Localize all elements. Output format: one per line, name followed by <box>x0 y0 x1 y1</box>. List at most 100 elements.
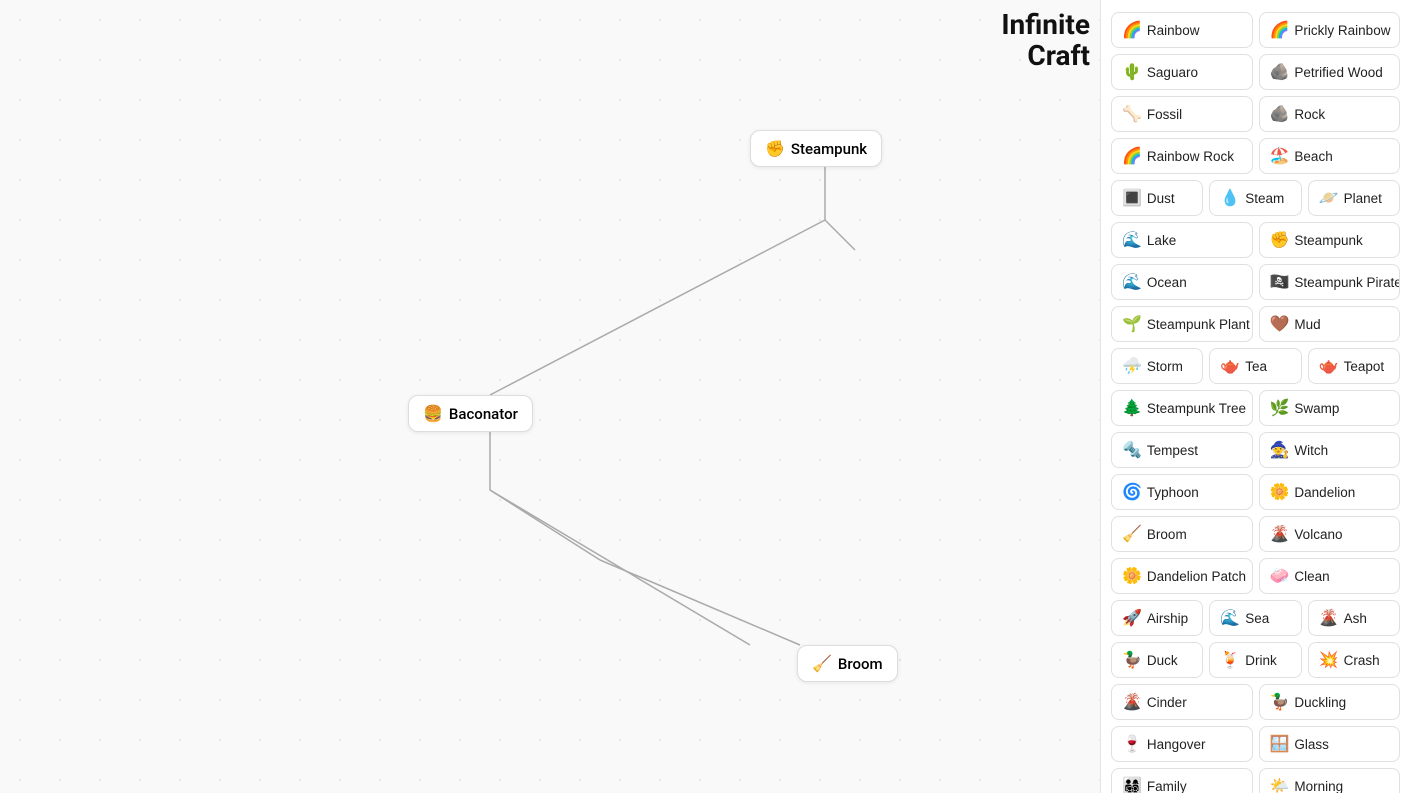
item-label: Witch <box>1294 443 1328 458</box>
item-label: Typhoon <box>1147 485 1199 500</box>
node-label: Steampunk <box>791 140 867 158</box>
sidebar-item-steam[interactable]: 💧Steam <box>1209 180 1301 216</box>
sidebar-row-9: 🌲Steampunk Tree🌿Swamp <box>1111 390 1400 426</box>
sidebar-item-fossil[interactable]: 🦴Fossil <box>1111 96 1253 132</box>
sidebar-item-tea[interactable]: 🫖Tea <box>1209 348 1301 384</box>
sidebar-item-rainbow-rock[interactable]: 🌈Rainbow Rock <box>1111 138 1253 174</box>
item-label: Drink <box>1245 653 1277 668</box>
item-emoji: 🌼 <box>1270 482 1290 502</box>
sidebar-item-rainbow[interactable]: 🌈Rainbow <box>1111 12 1253 48</box>
item-label: Sea <box>1245 611 1269 626</box>
sidebar-row-16: 🌋 Cinder 🦆Duckling <box>1111 684 1400 720</box>
sidebar-row-14: 🚀 Airship 🌊Sea🌋Ash <box>1111 600 1400 636</box>
item-label: Petrified Wood <box>1294 65 1382 80</box>
sidebar-item-saguaro[interactable]: 🌵Saguaro <box>1111 54 1253 90</box>
sidebar-row-7: 🌱Steampunk Plant🤎Mud <box>1111 306 1400 342</box>
item-label: Crash <box>1344 653 1380 668</box>
sidebar-row-15: 🦆Duck 🍹 Drink 💥Crash <box>1111 642 1400 678</box>
sidebar-item-dandelion-patch[interactable]: 🌼Dandelion Patch <box>1111 558 1253 594</box>
canvas-node-baconator[interactable]: 🍔Baconator <box>408 395 533 432</box>
item-label: Saguaro <box>1147 65 1198 80</box>
item-emoji: 🌋 <box>1122 692 1142 712</box>
sidebar-item-ocean[interactable]: 🌊 Ocean <box>1111 264 1253 300</box>
canvas-area[interactable]: Infinite Craft ✊Steampunk🍔Baconator🧹Broo… <box>0 0 1100 793</box>
node-label: Broom <box>838 655 883 673</box>
sidebar-item-duck[interactable]: 🦆Duck <box>1111 642 1203 678</box>
item-emoji: 🌲 <box>1122 398 1142 418</box>
sidebar-item-dust[interactable]: 🔳Dust <box>1111 180 1203 216</box>
sidebar-item-hangover[interactable]: 🍷Hangover <box>1111 726 1253 762</box>
sidebar-item-teapot[interactable]: 🫖Teapot <box>1308 348 1400 384</box>
item-emoji: 🌱 <box>1122 314 1142 334</box>
item-emoji: 🌤️ <box>1270 776 1290 793</box>
sidebar-item-sea[interactable]: 🌊Sea <box>1209 600 1301 636</box>
item-emoji: 🧙 <box>1270 440 1290 460</box>
sidebar-item-broom[interactable]: 🧹Broom <box>1111 516 1253 552</box>
item-label: Cinder <box>1147 695 1187 710</box>
item-label: Steampunk Pirate <box>1294 275 1400 290</box>
sidebar-item-morning[interactable]: 🌤️Morning <box>1259 768 1401 793</box>
sidebar-item-storm[interactable]: ⛈️ Storm <box>1111 348 1203 384</box>
item-label: Duck <box>1147 653 1178 668</box>
canvas-node-broom[interactable]: 🧹 Broom <box>797 645 898 682</box>
sidebar-item-tempest[interactable]: 🔩Tempest <box>1111 432 1253 468</box>
sidebar-item-duckling[interactable]: 🦆Duckling <box>1259 684 1401 720</box>
item-emoji: 🌊 <box>1122 230 1142 250</box>
sidebar-item-lake[interactable]: 🌊 Lake <box>1111 222 1253 258</box>
item-label: Clean <box>1294 569 1329 584</box>
sidebar-item-steampunk-tree[interactable]: 🌲Steampunk Tree <box>1111 390 1253 426</box>
item-label: Rainbow Rock <box>1147 149 1234 164</box>
sidebar-item-crash[interactable]: 💥Crash <box>1308 642 1400 678</box>
item-emoji: 🤎 <box>1270 314 1290 334</box>
item-emoji: 🌀 <box>1122 482 1142 502</box>
item-label: Glass <box>1294 737 1329 752</box>
sidebar-item-typhoon[interactable]: 🌀 Typhoon <box>1111 474 1253 510</box>
item-label: Duckling <box>1294 695 1346 710</box>
sidebar-item-mud[interactable]: 🤎Mud <box>1259 306 1401 342</box>
canvas-node-steampunk[interactable]: ✊Steampunk <box>750 130 882 167</box>
sidebar-item-ash[interactable]: 🌋Ash <box>1308 600 1400 636</box>
item-emoji: 🌊 <box>1122 272 1142 292</box>
sidebar-item-steampunk-plant[interactable]: 🌱Steampunk Plant <box>1111 306 1253 342</box>
sidebar-item-witch[interactable]: 🧙 Witch <box>1259 432 1401 468</box>
sidebar-item-steampunk[interactable]: ✊Steampunk <box>1259 222 1401 258</box>
item-emoji: 🍹 <box>1220 650 1240 670</box>
item-label: Ocean <box>1147 275 1187 290</box>
item-label: Rock <box>1294 107 1325 122</box>
item-label: Hangover <box>1147 737 1206 752</box>
item-label: Fossil <box>1147 107 1182 122</box>
sidebar-item-prickly-rainbow[interactable]: 🌈Prickly Rainbow <box>1259 12 1401 48</box>
item-label: Airship <box>1147 611 1188 626</box>
item-label: Storm <box>1147 359 1183 374</box>
node-emoji: 🍔 <box>423 404 443 423</box>
sidebar-item-rock[interactable]: 🪨 Rock <box>1259 96 1401 132</box>
sidebar-item-glass[interactable]: 🪟Glass <box>1259 726 1401 762</box>
item-emoji: ✊ <box>1270 230 1290 250</box>
sidebar-item-family[interactable]: 👨‍👩‍👧‍👦 Family <box>1111 768 1253 793</box>
sidebar-item-steampunk-pirate[interactable]: 🏴‍☠️Steampunk Pirate <box>1259 264 1401 300</box>
sidebar-row-18: 👨‍👩‍👧‍👦 Family 🌤️Morning <box>1111 768 1400 793</box>
item-emoji: 🪨 <box>1270 104 1290 124</box>
sidebar-row-3: 🌈Rainbow Rock🏖️Beach <box>1111 138 1400 174</box>
sidebar-item-volcano[interactable]: 🌋Volcano <box>1259 516 1401 552</box>
node-emoji: 🧹 <box>812 654 832 673</box>
item-emoji: ⛈️ <box>1122 356 1142 376</box>
sidebar-row-6: 🌊 Ocean 🏴‍☠️Steampunk Pirate <box>1111 264 1400 300</box>
sidebar-item-planet[interactable]: 🪐Planet <box>1308 180 1400 216</box>
item-label: Lake <box>1147 233 1176 248</box>
item-emoji: 🚀 <box>1122 608 1142 628</box>
sidebar-item-dandelion[interactable]: 🌼Dandelion <box>1259 474 1401 510</box>
sidebar-item-swamp[interactable]: 🌿Swamp <box>1259 390 1401 426</box>
sidebar-item-airship[interactable]: 🚀 Airship <box>1111 600 1203 636</box>
sidebar-item-beach[interactable]: 🏖️Beach <box>1259 138 1401 174</box>
item-label: Swamp <box>1294 401 1339 416</box>
sidebar-row-8: ⛈️ Storm 🫖Tea🫖Teapot <box>1111 348 1400 384</box>
sidebar-row-4: 🔳Dust💧Steam🪐Planet <box>1111 180 1400 216</box>
item-emoji: 👨‍👩‍👧‍👦 <box>1122 776 1142 793</box>
item-emoji: 🫖 <box>1319 356 1339 376</box>
item-label: Family <box>1147 779 1187 793</box>
sidebar-item-cinder[interactable]: 🌋 Cinder <box>1111 684 1253 720</box>
sidebar-item-petrified-wood[interactable]: 🪨Petrified Wood <box>1259 54 1401 90</box>
sidebar-item-drink[interactable]: 🍹 Drink <box>1209 642 1301 678</box>
sidebar-item-clean[interactable]: 🧼Clean <box>1259 558 1401 594</box>
